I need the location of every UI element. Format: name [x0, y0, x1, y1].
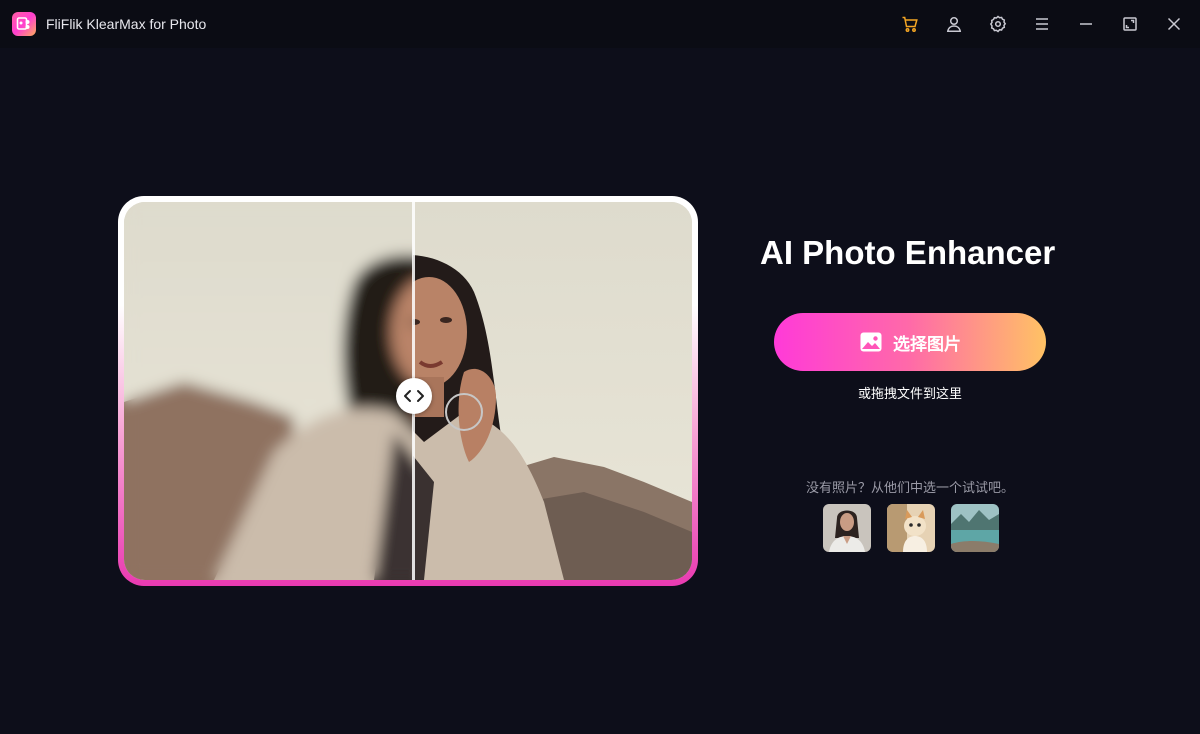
portrait-sample[interactable] — [823, 504, 871, 552]
app-title: FliFlik KlearMax for Photo — [46, 16, 207, 32]
close-icon[interactable] — [1162, 12, 1186, 36]
minimize-icon[interactable] — [1074, 12, 1098, 36]
drag-drop-hint: 或拖拽文件到这里 — [857, 386, 962, 401]
maximize-icon[interactable] — [1118, 12, 1142, 36]
select-image-label: 选择图片 — [893, 334, 961, 354]
title-bar: FliFlik KlearMax for Photo — [0, 0, 1200, 48]
select-image-button[interactable]: 选择图片 — [774, 313, 1046, 371]
menu-icon[interactable] — [1030, 12, 1054, 36]
compare-image — [124, 202, 692, 580]
cart-icon[interactable] — [898, 12, 922, 36]
sample-hint: 没有照片？从他们中选一个试试吧。 — [805, 480, 1014, 495]
cat-sample[interactable] — [887, 504, 935, 552]
image-icon — [859, 330, 883, 354]
page-title: AI Photo Enhancer — [760, 234, 1056, 271]
lake-sample[interactable] — [951, 504, 999, 552]
gear-icon[interactable] — [986, 12, 1010, 36]
chevron-left-right-icon[interactable] — [396, 378, 432, 414]
before-after-compare[interactable] — [118, 196, 698, 586]
user-icon[interactable] — [942, 12, 966, 36]
flower-photo-logo-icon — [12, 12, 36, 36]
